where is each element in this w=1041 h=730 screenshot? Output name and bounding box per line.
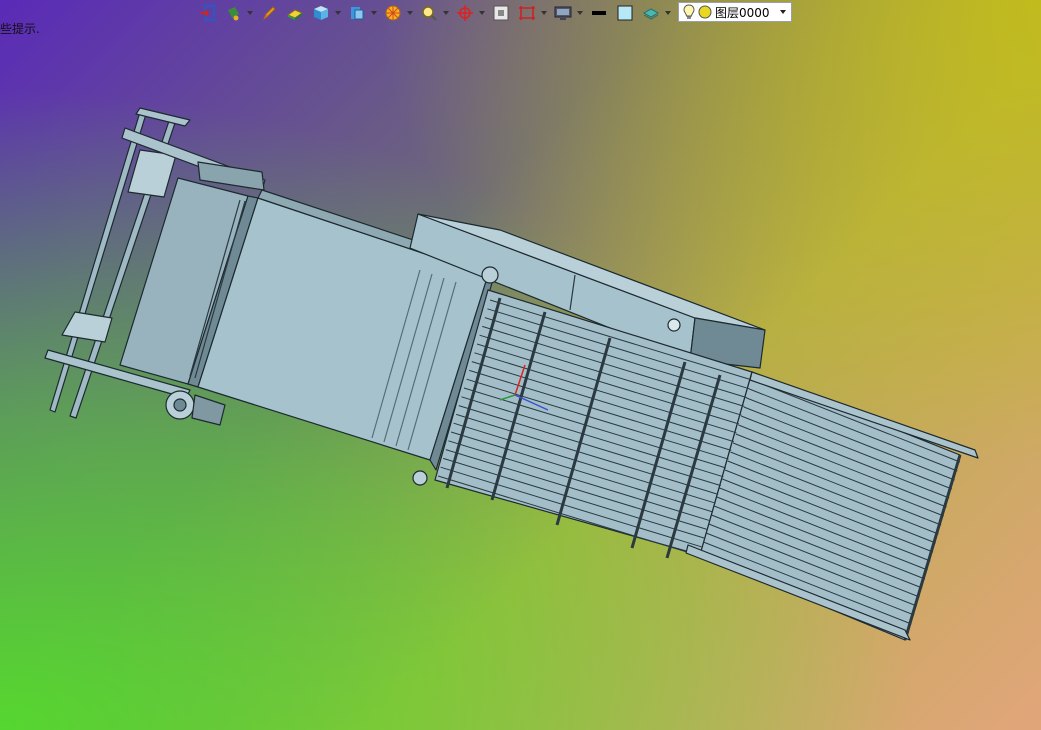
cad-viewport[interactable]: 些提示. 图层0000 <box>0 0 1041 730</box>
conveyor-assembly-model[interactable] <box>0 0 1041 730</box>
